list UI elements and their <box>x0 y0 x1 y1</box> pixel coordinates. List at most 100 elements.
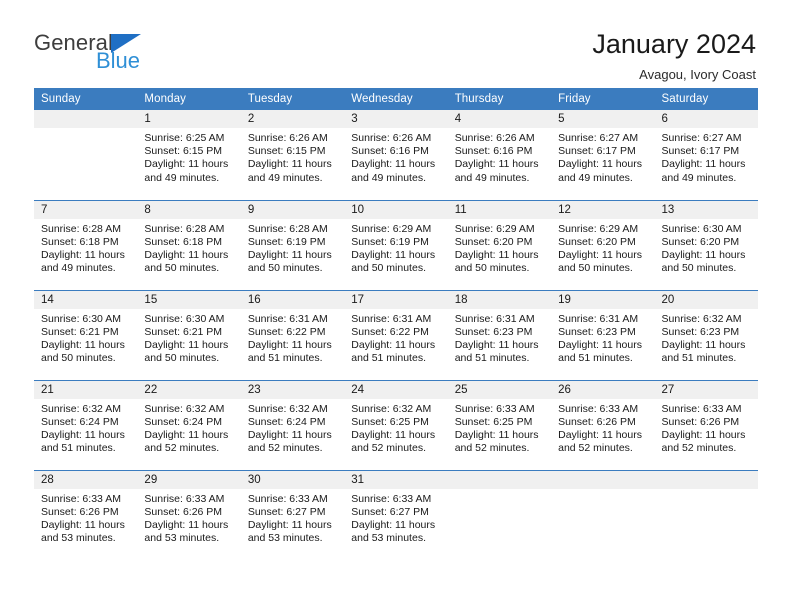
day-number: 15 <box>137 290 241 309</box>
calendar-day-cell[interactable]: 3 Sunrise: 6:26 AM Sunset: 6:16 PM Daylight… <box>344 110 448 200</box>
calendar-day-cell[interactable]: 6 Sunrise: 6:27 AM Sunset: 6:17 PM Daylight… <box>654 110 758 200</box>
day-number: 4 <box>447 110 552 128</box>
sunset-text: Sunset: 6:17 PM <box>661 145 740 158</box>
calendar-day-cell-empty <box>34 110 138 200</box>
calendar-day-cell[interactable]: 25 Sunrise: 6:33 AM Sunset: 6:25 PM Dayligh… <box>447 379 552 470</box>
calendar-day-cell[interactable]: 13 Sunrise: 6:30 AM Sunset: 6:20 PM Dayligh… <box>654 199 758 290</box>
sunrise-text: Sunrise: 6:31 AM <box>247 312 328 325</box>
calendar-day-cell-empty <box>447 469 552 560</box>
day-details: Sunrise: 6:33 AM Sunset: 6:26 PM Daylight:… <box>34 489 137 546</box>
sunset-text: Sunset: 6:23 PM <box>558 325 636 338</box>
day-number: 13 <box>654 200 758 219</box>
calendar-day-cell[interactable]: 15 Sunrise: 6:30 AM Sunset: 6:21 PM Dayligh… <box>137 289 241 380</box>
calendar-page: General Blue January 2024 Avagou, Ivory … <box>0 0 792 612</box>
page-subtitle: Avagou, Ivory Coast <box>639 67 756 82</box>
sunrise-text: Sunrise: 6:32 AM <box>144 402 225 415</box>
sunrise-text: Sunrise: 6:27 AM <box>661 132 742 144</box>
day-number: 11 <box>447 200 552 219</box>
day-number: 6 <box>654 110 758 128</box>
calendar-day-cell[interactable]: 26 Sunrise: 6:33 AM Sunset: 6:26 PM Dayligh… <box>551 379 655 470</box>
sunrise-text: Sunrise: 6:29 AM <box>558 222 639 235</box>
sunrise-text: Sunrise: 6:33 AM <box>41 492 121 505</box>
sunset-text: Sunset: 6:20 PM <box>661 235 740 248</box>
sunrise-text: Sunrise: 6:28 AM <box>144 222 225 235</box>
sunset-text: Sunset: 6:20 PM <box>558 235 636 248</box>
day-number: 31 <box>344 470 448 489</box>
calendar-day-cell[interactable]: 4 Sunrise: 6:26 AM Sunset: 6:16 PM Daylight… <box>447 110 552 200</box>
calendar-day-cell[interactable]: 18 Sunrise: 6:31 AM Sunset: 6:23 PM Dayligh… <box>447 289 552 380</box>
calendar-day-cell[interactable]: 28 Sunrise: 6:33 AM Sunset: 6:26 PM Dayligh… <box>34 469 138 560</box>
sunset-text: Sunset: 6:21 PM <box>144 325 223 338</box>
calendar-day-cell[interactable]: 1 Sunrise: 6:25 AM Sunset: 6:15 PM Daylight… <box>137 110 241 200</box>
sunset-text: Sunset: 6:26 PM <box>41 505 119 518</box>
sunrise-text: Sunrise: 6:32 AM <box>247 402 328 415</box>
sunset-text: Sunset: 6:18 PM <box>144 235 223 248</box>
weekday-header-sunday: Sunday <box>34 88 138 110</box>
day-number: 14 <box>34 290 138 309</box>
day-details: Sunrise: 6:33 AM Sunset: 6:26 PM Daylight:… <box>137 489 240 546</box>
calendar-day-cell[interactable]: 22 Sunrise: 6:32 AM Sunset: 6:24 PM Dayligh… <box>137 379 241 470</box>
calendar-day-cell[interactable]: 27 Sunrise: 6:33 AM Sunset: 6:26 PM Dayligh… <box>654 379 758 470</box>
daylight-text: Daylight: 11 hours and 49 minutes. <box>41 248 125 275</box>
day-details: Sunrise: 6:31 AM Sunset: 6:22 PM Daylight:… <box>344 309 447 366</box>
calendar-day-cell[interactable]: 9 Sunrise: 6:28 AM Sunset: 6:19 PM Daylight… <box>240 199 345 290</box>
day-details: Sunrise: 6:25 AM Sunset: 6:15 PM Daylight:… <box>137 128 240 185</box>
day-number: 1 <box>137 110 241 128</box>
daylight-text: Daylight: 11 hours and 51 minutes. <box>247 338 332 365</box>
calendar-day-cell[interactable]: 5 Sunrise: 6:27 AM Sunset: 6:17 PM Daylight… <box>551 110 655 200</box>
calendar-header-row: Sunday Monday Tuesday Wednesday Thursday Frid… <box>34 88 758 110</box>
day-number: 12 <box>551 200 655 219</box>
calendar-day-cell[interactable]: 2 Sunrise: 6:26 AM Sunset: 6:15 PM Daylight… <box>240 110 345 200</box>
day-details: Sunrise: 6:33 AM Sunset: 6:26 PM Daylight:… <box>551 399 654 456</box>
day-details: Sunrise: 6:31 AM Sunset: 6:22 PM Daylight:… <box>241 309 344 366</box>
calendar-day-cell[interactable]: 29 Sunrise: 6:33 AM Sunset: 6:26 PM Dayligh… <box>137 469 241 560</box>
calendar-day-cell[interactable]: 10 Sunrise: 6:29 AM Sunset: 6:19 PM Dayligh… <box>344 199 448 290</box>
calendar-day-cell[interactable]: 31 Sunrise: 6:33 AM Sunset: 6:27 PM Dayligh… <box>344 469 448 560</box>
day-number: 18 <box>447 290 552 309</box>
calendar-day-cell[interactable]: 30 Sunrise: 6:33 AM Sunset: 6:27 PM Dayligh… <box>240 469 345 560</box>
sunset-text: Sunset: 6:26 PM <box>558 415 636 428</box>
day-number: 19 <box>551 290 655 309</box>
sunrise-text: Sunrise: 6:31 AM <box>558 312 639 325</box>
day-number: 10 <box>344 200 448 219</box>
calendar-day-cell[interactable]: 17 Sunrise: 6:31 AM Sunset: 6:22 PM Dayligh… <box>344 289 448 380</box>
sunset-text: Sunset: 6:25 PM <box>351 415 429 428</box>
calendar-day-cell[interactable]: 24 Sunrise: 6:32 AM Sunset: 6:25 PM Dayligh… <box>344 379 448 470</box>
calendar-day-cell[interactable]: 16 Sunrise: 6:31 AM Sunset: 6:22 PM Dayligh… <box>240 289 345 380</box>
calendar-day-cell[interactable]: 23 Sunrise: 6:32 AM Sunset: 6:24 PM Dayligh… <box>240 379 345 470</box>
day-details: Sunrise: 6:28 AM Sunset: 6:19 PM Daylight:… <box>241 219 344 276</box>
calendar-day-cell[interactable]: 12 Sunrise: 6:29 AM Sunset: 6:20 PM Dayligh… <box>551 199 655 290</box>
sunrise-text: Sunrise: 6:26 AM <box>454 132 535 144</box>
calendar-week-row: 21 Sunrise: 6:32 AM Sunset: 6:24 PM Dayligh… <box>34 379 758 470</box>
sunset-text: Sunset: 6:25 PM <box>454 415 533 428</box>
sunrise-text: Sunrise: 6:30 AM <box>144 312 225 325</box>
page-header: General Blue January 2024 Avagou, Ivory … <box>0 0 792 82</box>
day-details: Sunrise: 6:32 AM Sunset: 6:25 PM Daylight:… <box>344 399 447 456</box>
day-details: Sunrise: 6:30 AM Sunset: 6:21 PM Daylight:… <box>137 309 240 366</box>
calendar-day-cell[interactable]: 20 Sunrise: 6:32 AM Sunset: 6:23 PM Dayligh… <box>654 289 758 380</box>
daylight-text: Daylight: 11 hours and 52 minutes. <box>351 428 436 455</box>
page-title: January 2024 <box>592 29 756 59</box>
daylight-text: Daylight: 11 hours and 53 minutes. <box>351 518 436 545</box>
day-details: Sunrise: 6:26 AM Sunset: 6:16 PM Daylight:… <box>344 128 447 185</box>
day-number: 30 <box>240 470 345 489</box>
calendar-day-cell[interactable]: 14 Sunrise: 6:30 AM Sunset: 6:21 PM Dayligh… <box>34 289 138 380</box>
calendar-day-cell[interactable]: 8 Sunrise: 6:28 AM Sunset: 6:18 PM Daylight… <box>137 199 241 290</box>
daylight-text: Daylight: 11 hours and 51 minutes. <box>661 338 746 365</box>
general-blue-logo[interactable]: General Blue <box>34 28 214 80</box>
daylight-text: Daylight: 11 hours and 50 minutes. <box>144 248 229 275</box>
sunset-text: Sunset: 6:24 PM <box>144 415 223 428</box>
day-details: Sunrise: 6:33 AM Sunset: 6:27 PM Daylight:… <box>241 489 344 546</box>
calendar-day-cell[interactable]: 21 Sunrise: 6:32 AM Sunset: 6:24 PM Dayligh… <box>34 379 138 470</box>
calendar-week-row: 7 Sunrise: 6:28 AM Sunset: 6:18 PM Daylight… <box>34 199 758 290</box>
day-details: Sunrise: 6:31 AM Sunset: 6:23 PM Daylight:… <box>551 309 654 366</box>
calendar-day-cell[interactable]: 7 Sunrise: 6:28 AM Sunset: 6:18 PM Daylight… <box>34 199 138 290</box>
daylight-text: Daylight: 11 hours and 49 minutes. <box>454 158 539 184</box>
day-number: 20 <box>654 290 758 309</box>
sunset-text: Sunset: 6:16 PM <box>454 145 533 158</box>
sunset-text: Sunset: 6:27 PM <box>351 505 429 518</box>
weekday-header-wednesday: Wednesday <box>344 88 448 110</box>
calendar-day-cell[interactable]: 19 Sunrise: 6:31 AM Sunset: 6:23 PM Dayligh… <box>551 289 655 380</box>
calendar-day-cell[interactable]: 11 Sunrise: 6:29 AM Sunset: 6:20 PM Dayligh… <box>447 199 552 290</box>
sunset-text: Sunset: 6:24 PM <box>41 415 119 428</box>
